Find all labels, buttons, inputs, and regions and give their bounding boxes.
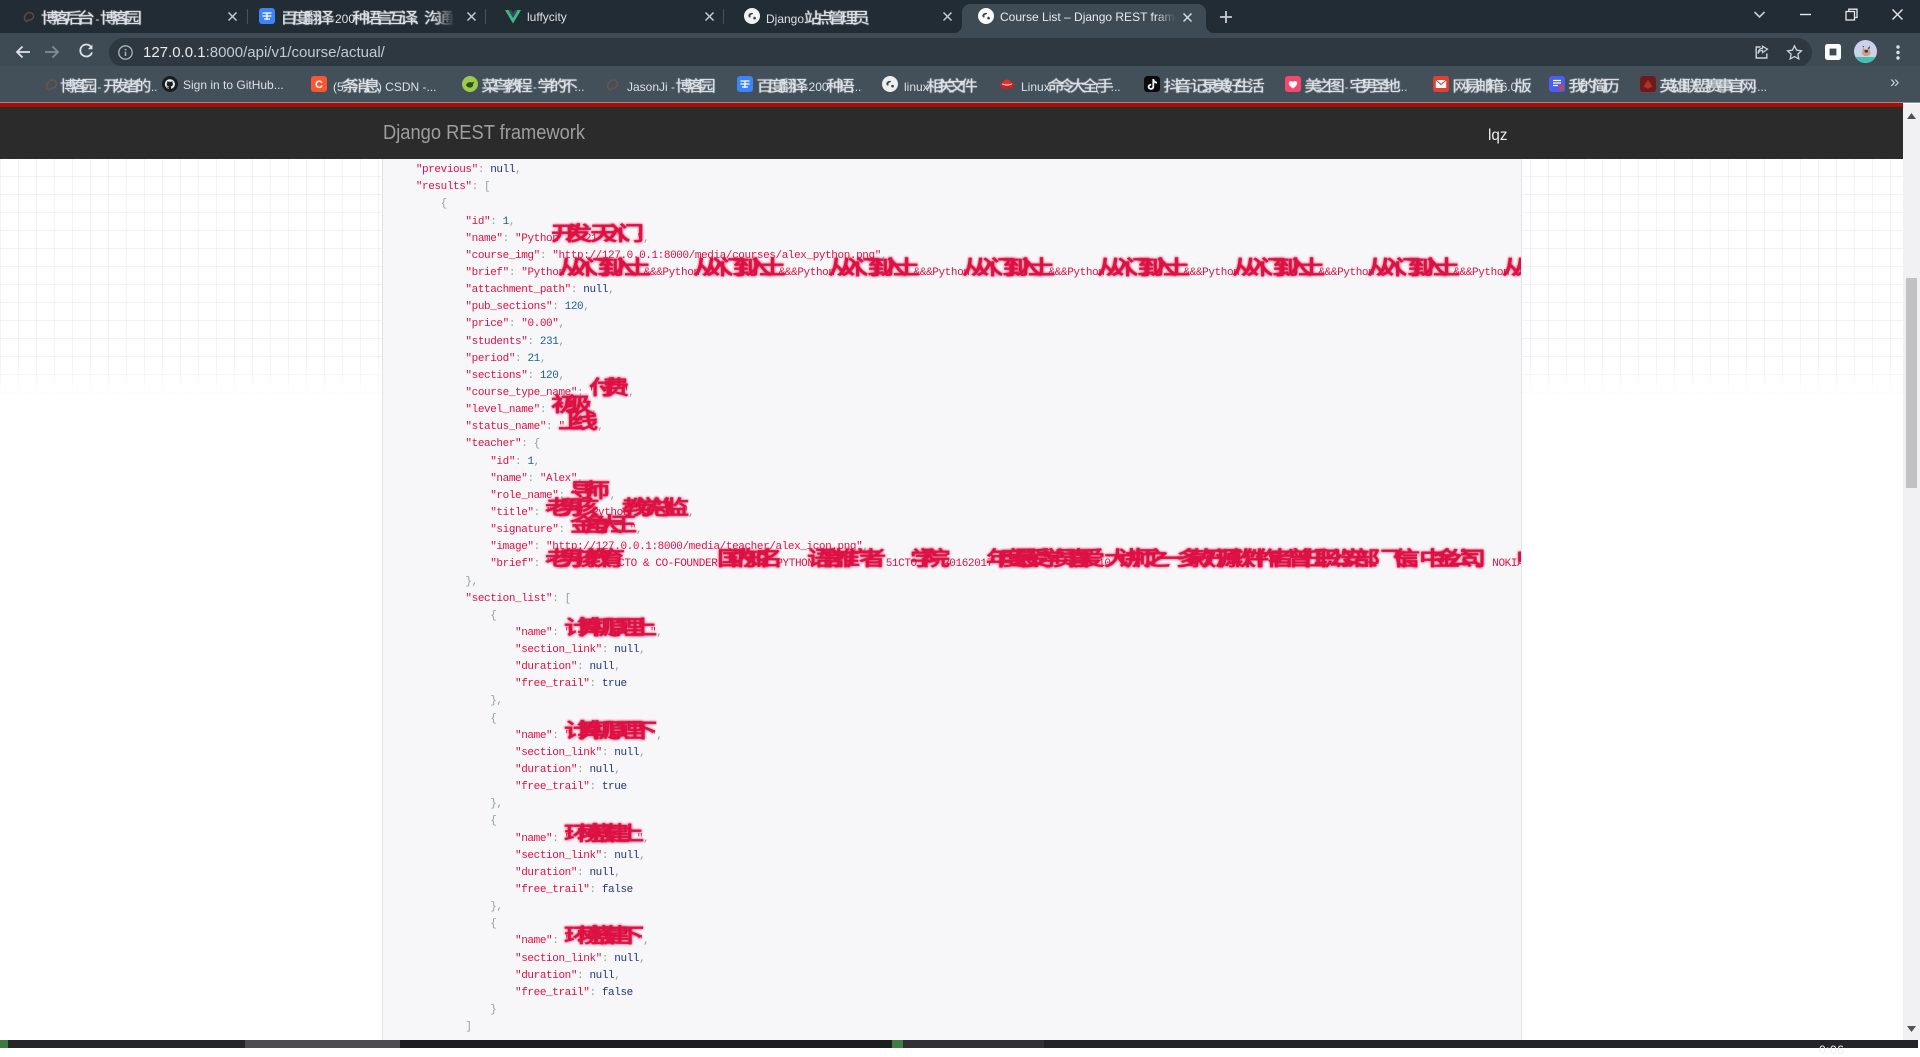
- svg-text:C: C: [315, 79, 323, 91]
